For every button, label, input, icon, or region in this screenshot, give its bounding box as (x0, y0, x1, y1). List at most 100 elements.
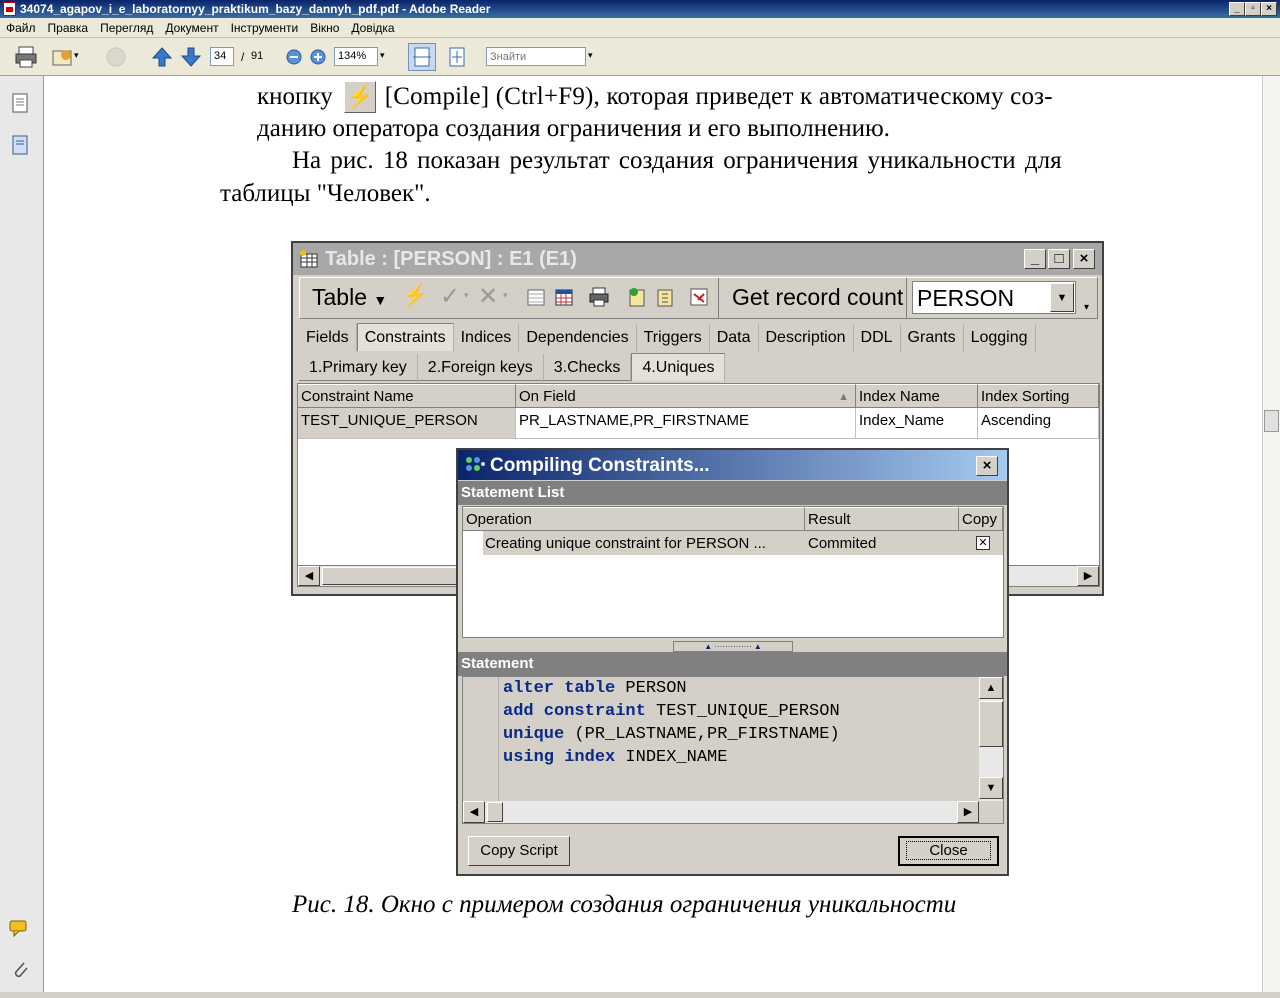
commit-icon[interactable]: ✓ (440, 282, 460, 311)
menu-window[interactable]: Вікно (308, 21, 341, 35)
table-menu-button[interactable]: Table ▼ (312, 284, 387, 311)
splitter-handle[interactable]: ▲ ·············· ▲ (673, 641, 793, 652)
code-line-4: using index INDEX_NAME (503, 748, 728, 767)
export-icon[interactable] (626, 286, 648, 311)
tab-fields[interactable]: Fields (299, 324, 357, 352)
scroll-down-icon[interactable]: ▼ (979, 777, 1003, 799)
sort-asc-icon: ▲ (838, 391, 849, 403)
col-on-field[interactable]: On Field ▲ (516, 384, 856, 408)
tab-dependencies[interactable]: Dependencies (519, 324, 637, 352)
subtab-checks[interactable]: 3.Checks (544, 354, 632, 382)
col-index-sorting[interactable]: Index Sorting (978, 384, 1099, 408)
window-titlebar: 34074_agapov_i_e_laboratornyy_praktikum_… (0, 0, 1280, 18)
bookmarks-icon[interactable] (10, 134, 30, 159)
arrow-up-icon[interactable] (150, 45, 174, 69)
menu-document[interactable]: Документ (163, 21, 220, 35)
col-constraint-name[interactable]: Constraint Name (298, 384, 516, 408)
import-icon[interactable] (654, 286, 676, 311)
dialog-close-button[interactable]: × (976, 456, 998, 476)
table-select-dropdown-icon[interactable]: ▼ (1050, 283, 1074, 312)
attachments-icon[interactable] (10, 958, 30, 983)
search-dropdown-icon[interactable]: ▾ (588, 50, 593, 61)
restore-button[interactable]: ▫ (1245, 2, 1261, 16)
print-icon[interactable] (14, 45, 38, 69)
window-title: 34074_agapov_i_e_laboratornyy_praktikum_… (20, 2, 491, 16)
subtab-foreign-keys[interactable]: 2.Foreign keys (418, 354, 544, 382)
tab-data[interactable]: Data (710, 324, 759, 352)
editor-horizontal-scrollbar[interactable]: ◀ ▶ (463, 801, 979, 823)
sign-icon[interactable] (104, 45, 128, 69)
table-name-select[interactable]: PERSON ▼ (912, 281, 1076, 314)
fit-width-icon[interactable] (408, 43, 436, 71)
minimize-button[interactable]: _ (1229, 2, 1245, 16)
col-result[interactable]: Result (805, 507, 959, 531)
tab-grants[interactable]: Grants (901, 324, 964, 352)
scroll-left-icon[interactable]: ◀ (298, 566, 320, 586)
tab-triggers[interactable]: Triggers (637, 324, 710, 352)
menu-edit[interactable]: Правка (46, 21, 91, 35)
tw-close-button[interactable]: × (1073, 249, 1095, 269)
copy-checkbox[interactable]: ✕ (976, 536, 990, 550)
tab-indices[interactable]: Indices (454, 324, 520, 352)
tw-minimize-button[interactable]: _ (1024, 249, 1046, 269)
pages-icon[interactable] (10, 92, 30, 117)
email-icon[interactable] (50, 45, 74, 69)
statement-row[interactable]: Creating unique constraint for PERSON ..… (463, 531, 1003, 555)
comments-icon[interactable] (8, 918, 32, 941)
scroll-left-icon[interactable]: ◀ (463, 801, 485, 823)
menu-view[interactable]: Перегляд (98, 21, 155, 35)
arrow-down-icon[interactable] (179, 45, 203, 69)
close-dialog-button[interactable]: Close (898, 836, 999, 866)
grid-icon[interactable] (526, 288, 546, 311)
menu-tools[interactable]: Інструменти (229, 21, 301, 35)
zoom-select[interactable]: 134% (334, 47, 378, 66)
subtab-primary-key[interactable]: 1.Primary key (299, 354, 418, 382)
doc-line1-end: [Compile] (Ctrl+F9), которая приведет к … (384, 83, 1053, 110)
page-separator: / (241, 50, 245, 64)
zoom-out-icon[interactable] (282, 45, 306, 69)
col-index-name[interactable]: Index Name (856, 384, 978, 408)
page-scrollbar[interactable] (1262, 76, 1280, 992)
tw-maximize-button[interactable]: □ (1048, 249, 1070, 269)
tab-constraints[interactable]: Constraints (356, 323, 454, 351)
scroll-thumb[interactable] (1264, 410, 1279, 432)
search-input[interactable] (486, 47, 586, 66)
tab-logging[interactable]: Logging (964, 324, 1036, 352)
menu-file[interactable]: Файл (4, 21, 38, 35)
col-copy[interactable]: Copy (959, 507, 1003, 531)
close-button[interactable]: × (1261, 2, 1277, 16)
rollback-icon[interactable]: ✕ (478, 282, 498, 311)
cell-constraint-name[interactable]: TEST_UNIQUE_PERSON (298, 408, 516, 438)
status-bar (0, 992, 1280, 998)
page-number-input[interactable]: 34 (210, 47, 234, 66)
code-line-2: add constraint TEST_UNIQUE_PERSON (503, 702, 840, 721)
table-toolbar: Table ▼ ⚡ ✓ ▾ ✕ ▾ Get record count PERSO… (299, 277, 1098, 319)
scroll-right-icon[interactable]: ▶ (1077, 566, 1099, 586)
report-icon[interactable] (688, 286, 710, 311)
calendar-grid-icon[interactable] (554, 288, 574, 311)
copy-script-button[interactable]: Copy Script (468, 836, 570, 866)
doc-line4: таблицы "Человек". (220, 180, 431, 207)
subtab-uniques[interactable]: 4.Uniques (631, 353, 726, 381)
scroll-up-icon[interactable]: ▲ (979, 677, 1003, 699)
cell-index-name[interactable]: Index_Name (856, 408, 978, 438)
zoom-dropdown-icon[interactable]: ▾ (380, 50, 385, 61)
compile-icon[interactable]: ⚡ (402, 284, 428, 308)
sql-code[interactable]: alter table PERSON add constraint TEST_U… (503, 677, 973, 769)
print-table-icon[interactable] (588, 286, 610, 311)
tab-description[interactable]: Description (759, 324, 854, 352)
editor-vertical-scrollbar[interactable]: ▲ ▼ (979, 677, 1003, 801)
doc-line3: На рис. 18 показан результат создания ог… (292, 147, 1062, 174)
dialog-title: Compiling Constraints... (490, 455, 710, 476)
fit-page-icon[interactable] (445, 45, 469, 69)
col-operation[interactable]: Operation (463, 507, 805, 531)
menu-help[interactable]: Довідка (349, 21, 396, 35)
tab-ddl[interactable]: DDL (854, 324, 901, 352)
cell-on-field[interactable]: PR_LASTNAME,PR_FIRSTNAME (516, 408, 856, 438)
operation-text: Creating unique constraint for PERSON ..… (485, 535, 766, 552)
compiling-dialog: Compiling Constraints... × Statement Lis… (456, 448, 1009, 876)
scroll-right-icon[interactable]: ▶ (957, 801, 979, 823)
cell-index-sorting[interactable]: Ascending (978, 408, 1099, 438)
get-record-count-button[interactable]: Get record count (732, 284, 903, 311)
zoom-in-icon[interactable] (306, 45, 330, 69)
